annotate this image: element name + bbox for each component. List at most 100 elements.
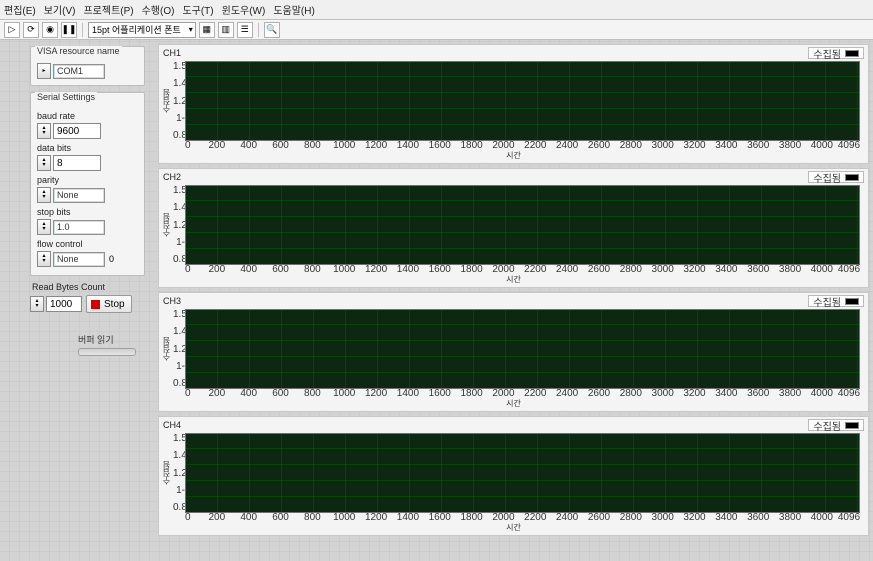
reorder-icon[interactable]: ☰ <box>237 22 253 38</box>
x-tick: 2200 <box>519 264 551 275</box>
chart-title: CH3 <box>163 296 181 306</box>
y-tick: 1.4- <box>173 202 185 213</box>
x-tick: 0 <box>185 512 201 523</box>
x-tick: 4000 <box>806 264 838 275</box>
x-tick: 800 <box>296 388 328 399</box>
stopbits-spinner[interactable]: ▴▾ <box>37 219 51 235</box>
x-tick: 1400 <box>392 512 424 523</box>
run-continuous-icon[interactable]: ⟳ <box>23 22 39 38</box>
y-axis-label: 수집됨 <box>161 337 172 361</box>
x-tick: 2600 <box>583 140 615 151</box>
plot-area[interactable] <box>185 433 860 513</box>
font-select[interactable]: 15pt 어플리케이션 폰트 <box>88 22 196 38</box>
baud-label: baud rate <box>37 111 138 121</box>
y-axis-label: 수집됨 <box>161 213 172 237</box>
x-tick: 3800 <box>774 140 806 151</box>
legend-swatch-icon <box>845 298 859 305</box>
x-tick: 2200 <box>519 512 551 523</box>
menu-edit[interactable]: 편집(E) <box>4 2 36 17</box>
chart-legend[interactable]: 수집됨 <box>808 295 864 307</box>
y-tick: 1.2- <box>173 220 185 231</box>
flow-select[interactable]: None <box>53 252 105 267</box>
visa-label: VISA resource name <box>35 46 122 56</box>
plot-area[interactable] <box>185 309 860 389</box>
x-tick: 3600 <box>742 512 774 523</box>
baud-input[interactable] <box>53 123 101 139</box>
x-tick: 4096 <box>838 388 860 399</box>
x-tick: 200 <box>201 388 233 399</box>
buffer-read-label: 버퍼 읽기 <box>78 333 145 346</box>
stopbits-select[interactable]: 1.0 <box>53 220 105 235</box>
x-tick: 3400 <box>710 264 742 275</box>
menu-help[interactable]: 도움말(H) <box>273 2 314 17</box>
y-tick: 1.5- <box>173 433 185 444</box>
run-icon[interactable]: ▷ <box>4 22 20 38</box>
legend-label: 수집됨 <box>813 46 841 61</box>
x-tick: 800 <box>296 140 328 151</box>
parity-spinner[interactable]: ▴▾ <box>37 187 51 203</box>
x-tick: 600 <box>265 140 297 151</box>
search-icon[interactable]: 🔍 <box>264 22 280 38</box>
flow-extra-label: 0 <box>109 254 114 264</box>
read-bytes-spinner[interactable]: ▴▾ <box>30 296 44 312</box>
charts-area: CH1수집됨수집됨1.5-1.4-1.2-1-0.8-0200400600800… <box>158 44 869 540</box>
buffer-slider[interactable] <box>78 348 136 356</box>
x-tick: 2200 <box>519 140 551 151</box>
menu-tools[interactable]: 도구(T) <box>182 2 213 17</box>
databits-spinner[interactable]: ▴▾ <box>37 155 51 171</box>
read-bytes-input[interactable] <box>46 296 82 312</box>
legend-label: 수집됨 <box>813 418 841 433</box>
menu-operate[interactable]: 수행(O) <box>142 2 175 17</box>
x-tick: 1600 <box>424 512 456 523</box>
x-tick: 2800 <box>615 264 647 275</box>
y-axis-label: 수집됨 <box>161 89 172 113</box>
x-tick: 3600 <box>742 388 774 399</box>
x-tick: 1400 <box>392 388 424 399</box>
chart-legend[interactable]: 수집됨 <box>808 171 864 183</box>
x-tick: 200 <box>201 140 233 151</box>
stop-button[interactable]: Stop <box>86 295 132 313</box>
chart-title: CH2 <box>163 172 181 182</box>
y-tick: 0.8- <box>173 130 185 141</box>
y-tick: 1.2- <box>173 96 185 107</box>
x-axis-label: 시간 <box>506 522 521 533</box>
chart-legend[interactable]: 수집됨 <box>808 47 864 59</box>
x-tick: 3200 <box>679 264 711 275</box>
visa-browse-icon[interactable]: ▸ <box>37 63 51 79</box>
y-tick: 0.8- <box>173 378 185 389</box>
stopbits-label: stop bits <box>37 207 138 217</box>
x-tick: 0 <box>185 140 201 151</box>
menu-view[interactable]: 보기(V) <box>44 2 76 17</box>
abort-icon[interactable]: ◉ <box>42 22 58 38</box>
plot-area[interactable] <box>185 185 860 265</box>
y-axis: 1.5-1.4-1.2-1-0.8- <box>173 433 185 513</box>
y-tick: 1.5- <box>173 309 185 320</box>
legend-swatch-icon <box>845 174 859 181</box>
x-tick: 3000 <box>647 512 679 523</box>
pause-icon[interactable]: ❚❚ <box>61 22 77 38</box>
chart-legend[interactable]: 수집됨 <box>808 419 864 431</box>
flow-spinner[interactable]: ▴▾ <box>37 251 51 267</box>
align-icon[interactable]: ▦ <box>199 22 215 38</box>
visa-resource-select[interactable]: COM1 <box>53 64 105 79</box>
legend-swatch-icon <box>845 50 859 57</box>
distribute-icon[interactable]: ▥ <box>218 22 234 38</box>
x-tick: 2800 <box>615 388 647 399</box>
x-tick: 3200 <box>679 512 711 523</box>
parity-select[interactable]: None <box>53 188 105 203</box>
x-tick: 3000 <box>647 264 679 275</box>
databits-input[interactable] <box>53 155 101 171</box>
x-tick: 4096 <box>838 140 860 151</box>
x-tick: 2400 <box>551 140 583 151</box>
menu-window[interactable]: 윈도우(W) <box>222 2 266 17</box>
x-axis: 0200400600800100012001400160018002000220… <box>185 140 860 151</box>
x-tick: 3800 <box>774 388 806 399</box>
baud-spinner[interactable]: ▴▾ <box>37 123 51 139</box>
y-tick: 1.4- <box>173 78 185 89</box>
y-axis: 1.5-1.4-1.2-1-0.8- <box>173 309 185 389</box>
menu-project[interactable]: 프로젝트(P) <box>83 2 133 17</box>
y-tick: 1- <box>173 361 185 372</box>
plot-area[interactable] <box>185 61 860 141</box>
legend-label: 수집됨 <box>813 170 841 185</box>
y-tick: 1.2- <box>173 344 185 355</box>
